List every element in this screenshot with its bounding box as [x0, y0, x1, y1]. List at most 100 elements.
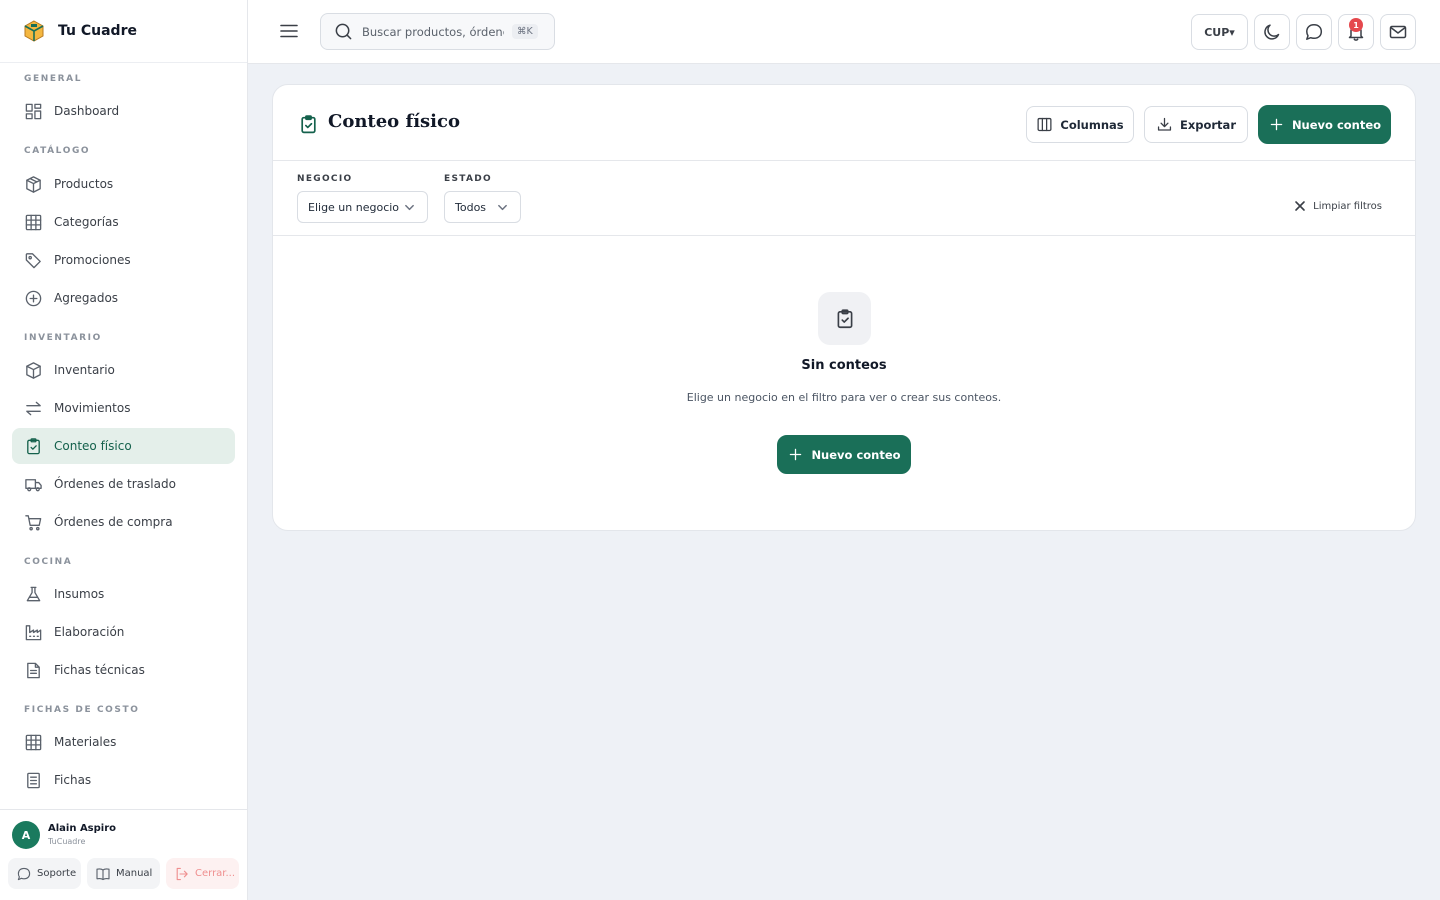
brand[interactable]: Tu Cuadre: [0, 0, 247, 63]
download-icon: [1157, 117, 1172, 131]
moon-icon: [1264, 24, 1280, 40]
chevron-down-icon: [498, 204, 507, 211]
empty-new-count-label: Nuevo conteo: [811, 447, 901, 462]
dashboard-icon: [25, 103, 42, 119]
estado-value: Todos: [455, 200, 487, 214]
chevron-down-icon: ▾: [1229, 25, 1235, 39]
empty-state-icon: [818, 292, 871, 345]
sidebar-item-traslado[interactable]: Órdenes de traslado: [12, 466, 235, 502]
support-button[interactable]: Soporte: [8, 858, 81, 889]
section-cocina: COCINA: [24, 557, 73, 567]
manual-label: Manual: [116, 868, 153, 879]
book-icon: [96, 867, 110, 880]
export-button[interactable]: Exportar: [1144, 106, 1248, 143]
empty-new-count-button[interactable]: Nuevo conteo: [777, 435, 911, 474]
sidebar-item-compra[interactable]: Órdenes de compra: [12, 504, 235, 540]
new-count-label: Nuevo conteo: [1291, 117, 1382, 132]
currency-value: CUP: [1204, 25, 1230, 39]
search-input[interactable]: [362, 24, 504, 39]
columns-icon: [1037, 117, 1052, 132]
clipboard-check-icon: [837, 308, 852, 328]
estado-label: ESTADO: [444, 174, 492, 184]
search-shortcut: ⌘K: [512, 24, 538, 39]
currency-select[interactable]: CUP ▾: [1191, 14, 1248, 50]
page-title: Conteo físico: [328, 111, 460, 132]
sidebar-item-productos[interactable]: Productos: [12, 166, 235, 202]
cart-icon: [25, 514, 42, 530]
section-fichas-costo: FICHAS DE COSTO: [24, 705, 140, 715]
theme-toggle-button[interactable]: [1254, 14, 1290, 50]
mail-icon: [1389, 25, 1407, 39]
box-icon: [26, 361, 41, 379]
sidebar-item-categorias[interactable]: Categorías: [12, 204, 235, 240]
sidebar-item-agregados[interactable]: Agregados: [12, 280, 235, 316]
negocio-select[interactable]: Elige un negocio: [297, 191, 428, 223]
sidebar-item-label: Agregados: [54, 291, 119, 305]
sidebar-item-label: Materiales: [54, 735, 117, 749]
hamburger-icon: [280, 24, 298, 38]
sidebar-item-label: Movimientos: [54, 401, 131, 415]
empty-state-title: Sin conteos: [801, 358, 887, 373]
manual-button[interactable]: Manual: [87, 858, 160, 889]
logo-icon: [24, 20, 44, 42]
clipboard-check-icon: [298, 114, 319, 135]
avatar[interactable]: A: [12, 821, 40, 849]
sidebar-item-label: Promociones: [54, 253, 131, 267]
chat-button[interactable]: [1296, 14, 1332, 50]
clear-filters-label: Limpiar filtros: [1313, 200, 1382, 212]
sidebar-item-label: Inventario: [54, 363, 115, 377]
flask-icon: [26, 586, 41, 601]
new-count-button[interactable]: Nuevo conteo: [1258, 105, 1391, 144]
conteo-card: Conteo físico Columnas Exportar Nuevo co…: [272, 84, 1416, 531]
sidebar-item-label: Conteo físico: [54, 439, 132, 453]
columns-button[interactable]: Columnas: [1026, 106, 1134, 143]
sidebar-item-movimientos[interactable]: Movimientos: [12, 390, 235, 426]
list-document-icon: [27, 772, 40, 788]
notifications-button[interactable]: 1: [1338, 14, 1374, 50]
sidebar-item-fichas-tecnicas[interactable]: Fichas técnicas: [12, 652, 235, 688]
logout-icon: [176, 867, 188, 880]
clear-filters-button[interactable]: Limpiar filtros: [1294, 200, 1382, 212]
filters-bar: NEGOCIO Elige un negocio ESTADO Todos Li…: [273, 161, 1415, 236]
sidebar-item-elaboracion[interactable]: Elaboración: [12, 614, 235, 650]
columns-label: Columnas: [1060, 117, 1124, 132]
sidebar-item-label: Categorías: [54, 215, 119, 229]
section-catalogo: CATÁLOGO: [24, 146, 91, 156]
grid-icon: [25, 214, 42, 230]
logout-label: Cerrar...: [195, 868, 236, 879]
sidebar: Tu Cuadre GENERAL Dashboard CATÁLOGO Pro…: [0, 0, 248, 900]
user-panel: A Alain Aspiro TuCuadre Soporte Manual C…: [0, 809, 247, 900]
sidebar-item-inventario[interactable]: Inventario: [12, 352, 235, 388]
search-icon: [335, 23, 352, 40]
arrows-exchange-icon: [26, 401, 41, 415]
estado-select[interactable]: Todos: [444, 191, 521, 223]
chevron-down-icon: [405, 204, 414, 211]
sidebar-item-fichas[interactable]: Fichas: [12, 762, 235, 798]
support-label: Soporte: [37, 868, 77, 879]
notification-badge: 1: [1349, 18, 1363, 32]
topbar: ⌘K CUP▾ 1: [248, 0, 1440, 64]
box-icon: [26, 175, 41, 193]
menu-toggle-button[interactable]: [278, 20, 302, 44]
plus-icon: [1270, 118, 1283, 131]
negocio-value: Elige un negocio: [308, 200, 400, 214]
empty-state-description: Elige un negocio en el filtro para ver o…: [686, 391, 1002, 404]
sidebar-item-label: Fichas: [54, 773, 92, 787]
negocio-label: NEGOCIO: [297, 174, 353, 184]
mail-button[interactable]: [1380, 14, 1416, 50]
sidebar-item-dashboard[interactable]: Dashboard: [12, 93, 235, 129]
sidebar-item-insumos[interactable]: Insumos: [12, 576, 235, 612]
sidebar-item-promociones[interactable]: Promociones: [12, 242, 235, 278]
logout-button[interactable]: Cerrar...: [166, 858, 239, 889]
sidebar-item-label: Elaboración: [54, 625, 125, 639]
user-org: TuCuadre: [48, 837, 86, 846]
brand-name: Tu Cuadre: [58, 23, 137, 39]
card-header: Conteo físico Columnas Exportar Nuevo co…: [273, 85, 1415, 161]
close-icon: [1295, 201, 1305, 211]
sidebar-item-label: Productos: [54, 177, 114, 191]
search-box[interactable]: ⌘K: [320, 13, 555, 50]
sidebar-item-conteo[interactable]: Conteo físico: [12, 428, 235, 464]
plus-icon: [790, 448, 802, 461]
factory-icon: [25, 624, 42, 640]
sidebar-item-materiales[interactable]: Materiales: [12, 724, 235, 760]
